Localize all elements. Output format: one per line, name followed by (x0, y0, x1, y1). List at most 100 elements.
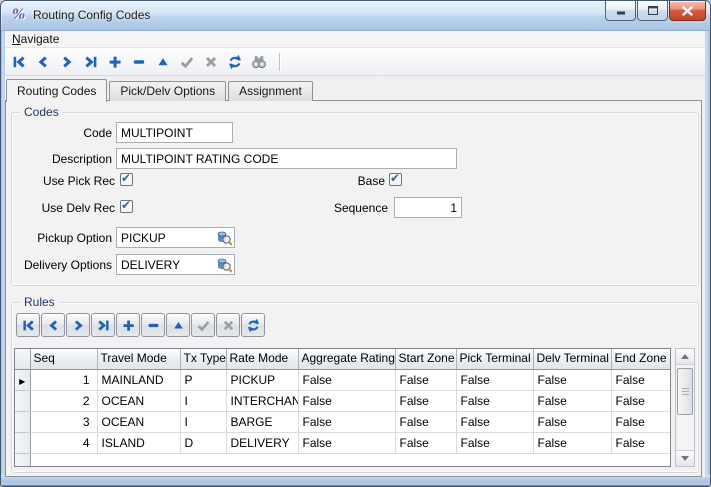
column-header[interactable]: Pick Terminal (456, 349, 533, 369)
tab-pick-delv-options[interactable]: Pick/Delv Options (109, 81, 226, 101)
scrollbar-thumb[interactable] (677, 368, 693, 415)
grid-cell[interactable]: False (456, 369, 533, 390)
grid-cell[interactable]: False (395, 390, 456, 411)
grid-cell[interactable]: False (298, 411, 395, 432)
nav-refresh-button[interactable] (227, 54, 243, 70)
sequence-label: Sequence (302, 201, 388, 216)
delivery-options-lookup-button[interactable] (215, 256, 233, 273)
minimize-button[interactable] (605, 1, 636, 21)
nav-cancel-button[interactable] (203, 54, 219, 70)
column-header[interactable]: Delv Terminal (533, 349, 611, 369)
grid-cell[interactable]: False (456, 432, 533, 453)
nav-next-button[interactable] (59, 54, 75, 70)
grid-cell[interactable]: False (395, 369, 456, 390)
rules-grid-header-row: SeqTravel ModeTx TypeRate ModeAggregate … (15, 349, 670, 369)
nav-last-button[interactable] (91, 313, 115, 337)
grid-cell[interactable]: False (395, 411, 456, 432)
row-selector[interactable] (15, 432, 30, 453)
row-selector-header (15, 349, 30, 369)
nav-delete-button[interactable] (141, 313, 165, 337)
grid-cell[interactable]: 1 (30, 369, 97, 390)
grid-cell[interactable]: MAINLAND (97, 369, 180, 390)
pickup-option-lookup-button[interactable] (215, 229, 233, 246)
grid-cell[interactable]: False (611, 432, 670, 453)
description-field[interactable] (116, 148, 457, 169)
grid-cell[interactable]: False (298, 369, 395, 390)
grid-cell[interactable]: False (298, 390, 395, 411)
nav-post-button[interactable] (179, 54, 195, 70)
tab-routing-codes[interactable]: Routing Codes (6, 79, 107, 102)
nav-edit-button[interactable] (155, 54, 171, 70)
grid-cell[interactable]: P (180, 369, 226, 390)
grid-cell[interactable]: 2 (30, 390, 97, 411)
grid-cell[interactable]: INTERCHANG (226, 390, 298, 411)
current-row-selector[interactable]: ▶ (15, 369, 30, 390)
maximize-button[interactable] (637, 1, 668, 21)
row-selector[interactable] (15, 411, 30, 432)
pickup-option-field (116, 227, 235, 248)
nav-prior-button[interactable] (35, 54, 51, 70)
use-pick-rec-checkbox[interactable] (120, 173, 133, 186)
rules-grid-scrollbar[interactable] (675, 348, 695, 467)
column-header[interactable]: End Zone (611, 349, 670, 369)
grid-cell[interactable]: 3 (30, 411, 97, 432)
column-header[interactable]: Seq (30, 349, 97, 369)
nav-prior-button[interactable] (41, 313, 65, 337)
nav-edit-button[interactable] (166, 313, 190, 337)
column-header[interactable]: Start Zone (395, 349, 456, 369)
cancel-icon (203, 54, 219, 70)
grid-cell[interactable]: False (456, 411, 533, 432)
tab-assignment[interactable]: Assignment (228, 81, 313, 101)
nav-insert-button[interactable] (107, 54, 123, 70)
grid-cell[interactable]: DELIVERY (226, 432, 298, 453)
scroll-up-button[interactable] (676, 349, 694, 365)
nav-first-button[interactable] (11, 54, 27, 70)
base-checkbox[interactable] (389, 173, 402, 186)
grid-cell[interactable]: False (611, 390, 670, 411)
use-delv-rec-checkbox[interactable] (120, 200, 133, 213)
column-header[interactable]: Tx Type (180, 349, 226, 369)
grid-cell[interactable]: False (533, 432, 611, 453)
grid-cell[interactable]: BARGE (226, 411, 298, 432)
grid-cell[interactable]: PICKUP (226, 369, 298, 390)
grid-cell[interactable]: False (456, 390, 533, 411)
menu-navigate[interactable]: Navigate (5, 31, 66, 48)
grid-cell[interactable]: OCEAN (97, 390, 180, 411)
grid-cell[interactable]: I (180, 411, 226, 432)
row-selector[interactable] (15, 390, 30, 411)
nav-delete-button[interactable] (131, 54, 147, 70)
grid-cell[interactable]: I (180, 390, 226, 411)
nav-next-button[interactable] (66, 313, 90, 337)
column-header[interactable]: Travel Mode (97, 349, 180, 369)
nav-last-button[interactable] (83, 54, 99, 70)
close-button[interactable] (669, 1, 706, 21)
row-selector[interactable] (15, 453, 30, 467)
grid-cell[interactable]: False (533, 411, 611, 432)
column-header[interactable]: Aggregate Rating (298, 349, 395, 369)
grid-cell[interactable]: 4 (30, 432, 97, 453)
nav-refresh-button[interactable] (241, 313, 265, 337)
nav-insert-button[interactable] (116, 313, 140, 337)
grid-cell[interactable]: ISLAND (97, 432, 180, 453)
grid-cell[interactable]: False (298, 432, 395, 453)
grid-cell[interactable]: OCEAN (97, 411, 180, 432)
main-toolbar (5, 48, 705, 76)
grid-cell[interactable]: False (611, 411, 670, 432)
close-icon (682, 6, 693, 16)
code-field[interactable] (116, 122, 233, 143)
scroll-down-button[interactable] (676, 450, 694, 466)
grid-cell[interactable]: False (533, 369, 611, 390)
nav-post-button[interactable] (191, 313, 215, 337)
nav-first-button[interactable] (16, 313, 40, 337)
sequence-field[interactable] (394, 197, 462, 218)
grid-cell[interactable]: False (611, 369, 670, 390)
empty-area (30, 453, 670, 467)
grid-cell[interactable]: D (180, 432, 226, 453)
column-header[interactable]: Rate Mode (226, 349, 298, 369)
nav-cancel-button[interactable] (216, 313, 240, 337)
nav-find-button[interactable] (251, 54, 267, 70)
grid-cell[interactable]: False (395, 432, 456, 453)
grid-cell[interactable]: False (533, 390, 611, 411)
title-bar[interactable]: % Routing Config Codes (1, 1, 710, 31)
current-record-arrow-icon: ▶ (19, 377, 25, 386)
